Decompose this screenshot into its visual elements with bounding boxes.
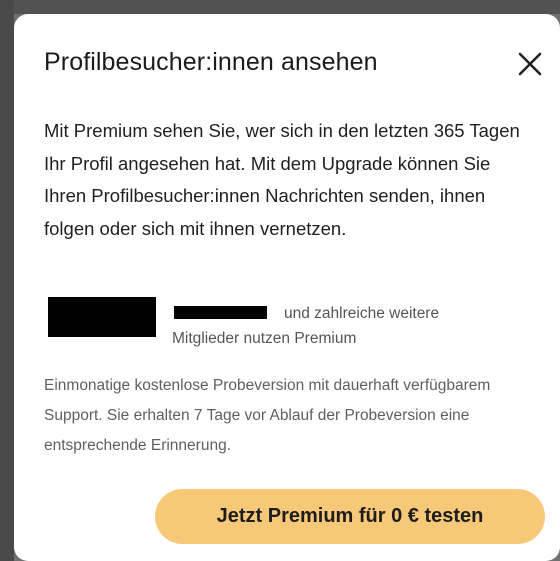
dialog-title: Profilbesucher:innen ansehen [44,48,378,76]
close-icon [518,52,542,76]
trial-info-text: Einmonatige kostenlose Probeversion mit … [44,377,491,454]
redacted-avatar [48,297,156,337]
close-button[interactable] [512,46,548,82]
members-using-premium-text: und zahlreiche weitere Mitglieder nutzen… [172,305,440,347]
try-premium-button[interactable]: Jetzt Premium für 0 € testen [155,489,545,544]
backdrop-top-edge [0,0,560,14]
backdrop-left-edge [0,0,14,561]
premium-dialog: Profilbesucher:innen ansehen Mit Premium… [14,14,560,561]
dialog-description: Mit Premium sehen Sie, wer sich in den l… [44,120,520,239]
